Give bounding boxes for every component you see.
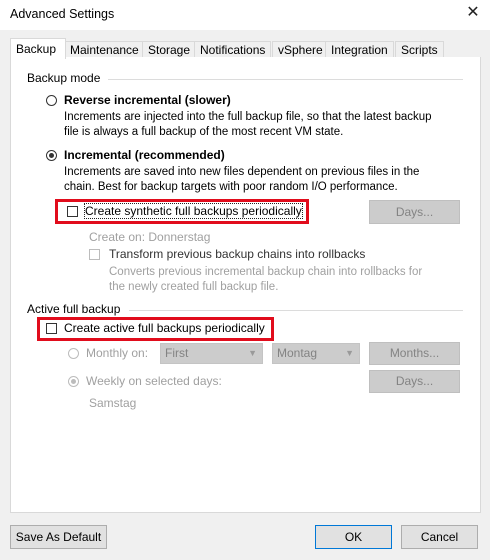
- incremental-label[interactable]: Incremental (recommended): [64, 148, 225, 162]
- reverse-incremental-desc-line2: file is always a full backup of the most…: [64, 126, 344, 138]
- window-title: Advanced Settings: [10, 7, 115, 21]
- tab-scripts[interactable]: Scripts: [395, 41, 444, 58]
- weekly-radio[interactable]: [68, 376, 79, 387]
- backup-mode-title: Backup mode: [27, 71, 101, 85]
- incremental-desc-line2: chain. Best for backup targets with poor…: [64, 181, 398, 193]
- transform-rollbacks-label[interactable]: Transform previous backup chains into ro…: [109, 247, 365, 261]
- monthly-day-select[interactable]: Montag ▼: [272, 343, 360, 364]
- weekly-label[interactable]: Weekly on selected days:: [86, 374, 222, 388]
- save-as-default-button[interactable]: Save As Default: [10, 525, 107, 549]
- incremental-radio[interactable]: [46, 150, 57, 161]
- close-icon[interactable]: ✕: [463, 3, 483, 23]
- active-full-checkbox[interactable]: [46, 323, 57, 334]
- reverse-incremental-radio[interactable]: [46, 95, 57, 106]
- monthly-week-select[interactable]: First ▼: [160, 343, 263, 364]
- active-full-label[interactable]: Create active full backups periodically: [64, 321, 265, 335]
- tab-vsphere[interactable]: vSphere: [272, 41, 329, 58]
- ok-button[interactable]: OK: [315, 525, 392, 549]
- tab-maintenance[interactable]: Maintenance: [64, 41, 145, 58]
- active-full-title: Active full backup: [27, 302, 121, 316]
- cancel-button[interactable]: Cancel: [401, 525, 478, 549]
- synthetic-full-label[interactable]: Create synthetic full backups periodical…: [84, 203, 303, 219]
- reverse-incremental-desc-line1: Increments are injected into the full ba…: [64, 111, 432, 123]
- create-on-text: Create on: Donnerstag: [89, 230, 211, 244]
- reverse-incremental-label[interactable]: Reverse incremental (slower): [64, 93, 231, 107]
- transform-desc-line2: the newly created full backup file.: [109, 281, 279, 293]
- tab-backup[interactable]: Backup: [10, 38, 66, 59]
- synthetic-days-button[interactable]: Days...: [369, 200, 460, 224]
- synthetic-full-checkbox[interactable]: [67, 206, 78, 217]
- active-full-separator: [129, 310, 463, 311]
- monthly-week-value: First: [165, 346, 189, 360]
- monthly-day-value: Montag: [277, 346, 318, 360]
- weekly-days-button[interactable]: Days...: [369, 370, 460, 393]
- tab-storage[interactable]: Storage: [142, 41, 197, 58]
- months-button[interactable]: Months...: [369, 342, 460, 365]
- monthly-radio[interactable]: [68, 348, 79, 359]
- incremental-desc-line1: Increments are saved into new files depe…: [64, 166, 420, 178]
- tab-notifications[interactable]: Notifications: [194, 41, 272, 58]
- backup-mode-separator: [108, 79, 463, 80]
- transform-rollbacks-checkbox[interactable]: [89, 249, 100, 260]
- monthly-label[interactable]: Monthly on:: [86, 346, 148, 360]
- tab-integration[interactable]: Integration: [325, 41, 394, 58]
- transform-desc-line1: Converts previous incremental backup cha…: [109, 266, 423, 278]
- chevron-down-icon: ▼: [345, 348, 354, 358]
- weekly-days-text: Samstag: [89, 396, 137, 410]
- chevron-down-icon: ▼: [248, 348, 257, 358]
